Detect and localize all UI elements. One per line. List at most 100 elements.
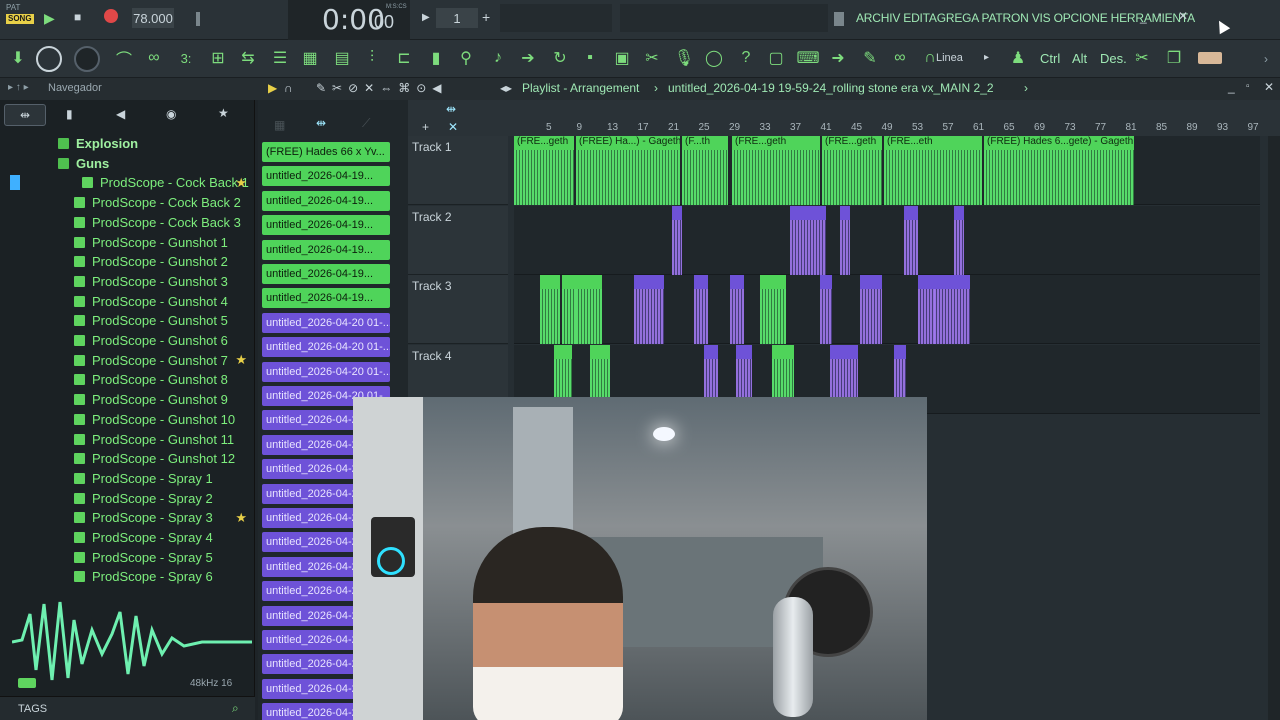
browser-item[interactable]: ProdScope - Spray 1 <box>0 469 255 488</box>
clip-item[interactable]: untitled_2026-04-19... <box>262 215 390 236</box>
des-button[interactable]: Des. <box>1100 51 1127 66</box>
browser-item[interactable]: ProdScope - Gunshot 11 <box>0 430 255 449</box>
audio-waveform[interactable] <box>694 289 708 344</box>
loop-icon[interactable]: ∞ <box>142 46 166 70</box>
project-arrow-icon[interactable]: › <box>1024 81 1028 95</box>
audio-clip-header[interactable] <box>830 344 858 359</box>
clip-item[interactable]: untitled_2026-04-20 01-... <box>262 312 390 333</box>
next-icon[interactable]: ➜ <box>826 46 850 70</box>
audio-clip-header[interactable] <box>590 344 610 359</box>
browser-folder[interactable]: Explosion <box>0 134 255 153</box>
browser-item[interactable]: ProdScope - Gunshot 5 <box>0 311 255 330</box>
favorite-star-icon[interactable]: ★ <box>235 510 247 526</box>
refresh-icon[interactable]: ↻ <box>548 46 572 70</box>
audio-clip-header[interactable] <box>894 344 906 359</box>
audio-waveform[interactable] <box>860 289 882 344</box>
pencil-icon[interactable]: ✎ <box>858 46 882 70</box>
browser-item[interactable]: ProdScope - Cock Back 1 ★ <box>0 173 255 192</box>
close-icon[interactable]: ✕ <box>1178 9 1188 23</box>
chat-icon[interactable]: ◯ <box>702 46 726 70</box>
audio-clip-header[interactable] <box>562 275 576 289</box>
track-lane[interactable] <box>514 205 1260 275</box>
audio-clip-header[interactable] <box>840 205 850 220</box>
clip-item[interactable]: untitled_2026-04-19... <box>262 190 390 211</box>
arrange-arrows-icon[interactable]: ◂▸ <box>500 81 512 95</box>
audio-clip-header[interactable] <box>860 275 882 289</box>
favorite-star-icon[interactable]: ★ <box>235 175 247 191</box>
browser-tab-plugin-icon[interactable]: ◉ <box>166 107 176 121</box>
copy-icon[interactable]: ❐ <box>1162 46 1186 70</box>
arrow-icon[interactable]: ➔ <box>516 46 540 70</box>
channel-rack-icon[interactable]: ▦ <box>298 46 322 70</box>
audio-waveform[interactable] <box>760 289 786 344</box>
mixer-icon[interactable]: ⫶ <box>360 46 384 70</box>
pattern-number[interactable]: 1 <box>436 8 478 28</box>
pat-song-toggle[interactable]: PAT SONG <box>6 4 34 32</box>
microphone-icon[interactable]: 🎙 <box>672 46 696 70</box>
audio-clip-header[interactable] <box>772 344 794 359</box>
browser-item[interactable]: ProdScope - Gunshot 2 <box>0 252 255 271</box>
ctrl-button[interactable]: Ctrl <box>1040 51 1060 66</box>
download-icon[interactable]: ⬇ <box>6 46 30 70</box>
picker-brush-icon[interactable]: ⟋ <box>362 116 370 131</box>
master-pitch-knob[interactable] <box>74 46 100 72</box>
clip-item[interactable]: untitled_2026-04-20 01-... <box>262 337 390 358</box>
audio-clip-header[interactable] <box>760 275 786 289</box>
playlist-icon[interactable]: ☰ <box>268 46 292 70</box>
browser-item[interactable]: ProdScope - Gunshot 12 <box>0 449 255 468</box>
arrange-icon[interactable]: ⇹ <box>446 102 456 116</box>
audio-waveform[interactable] <box>682 150 728 205</box>
browser-item[interactable]: ProdScope - Spray 3 ★ <box>0 508 255 527</box>
crossfade-icon[interactable]: ✕ <box>448 120 458 134</box>
browser-tab-all-icon[interactable]: ⇹ <box>4 104 46 126</box>
browser-item[interactable]: ProdScope - Gunshot 1 <box>0 233 255 252</box>
browser-item[interactable]: ProdScope - Spray 6 <box>0 567 255 586</box>
picker-move-icon[interactable]: ⇹ <box>316 116 326 130</box>
audio-clip-header[interactable] <box>694 275 708 289</box>
track-header[interactable]: Track 1 <box>408 136 508 205</box>
snap-label[interactable]: Linea <box>936 52 963 64</box>
file-icon[interactable]: ▮ <box>424 46 448 70</box>
clip-item[interactable]: untitled_2026-04-19... <box>262 166 390 187</box>
add-pattern-icon[interactable]: + <box>482 9 490 25</box>
stop-icon[interactable]: ■ <box>74 10 81 24</box>
playlist-close-icon[interactable]: ✕ <box>1264 80 1274 94</box>
audio-waveform[interactable] <box>576 150 680 205</box>
browser-tab-files-icon[interactable]: ▮ <box>66 107 73 121</box>
audio-clip-header[interactable]: (FRE...geth <box>822 136 882 150</box>
playlist-minimize-icon[interactable]: _ <box>1228 80 1235 94</box>
browser-folder[interactable]: Guns <box>0 154 255 173</box>
audio-waveform[interactable] <box>672 219 682 275</box>
piano-roll-icon[interactable]: ▤ <box>330 46 354 70</box>
browser-item[interactable]: ProdScope - Gunshot 7 ★ <box>0 351 255 370</box>
master-volume-knob[interactable] <box>36 46 62 72</box>
audio-clip-header[interactable] <box>634 275 664 289</box>
browser-item[interactable]: ProdScope - Gunshot 4 <box>0 292 255 311</box>
audio-waveform[interactable] <box>576 289 602 344</box>
browser-item[interactable]: ProdScope - Spray 4 <box>0 528 255 547</box>
audio-clip-header[interactable]: (FRE...eth <box>884 136 982 150</box>
clip-item[interactable]: (FREE) Hades 66 x Yv... <box>262 142 390 162</box>
browser-item[interactable]: ProdScope - Cock Back 3 <box>0 213 255 232</box>
window-icon[interactable]: ▢ <box>764 46 788 70</box>
cpu-icon[interactable]: ▣ <box>610 46 634 70</box>
play-icon[interactable]: ▶ <box>44 10 55 27</box>
metronome-icon[interactable]: ⌒ <box>112 46 136 70</box>
playlist-play-icon[interactable]: ▶ <box>268 81 277 95</box>
toolbar-scroll-icon[interactable]: › <box>1264 52 1268 66</box>
track-header[interactable]: Track 2 <box>408 205 508 275</box>
audio-waveform[interactable] <box>634 289 664 344</box>
audio-waveform[interactable] <box>820 289 832 344</box>
audio-clip-header[interactable] <box>954 205 964 220</box>
step-icon[interactable]: 3: <box>174 46 198 70</box>
track-header[interactable]: Track 3 <box>408 275 508 344</box>
snap-dropdown-icon[interactable]: ▸ <box>984 52 989 63</box>
audio-clip-header[interactable]: (FREE) Hades 6...gete) - Gageth <box>984 136 1134 150</box>
audio-clip-header[interactable] <box>576 275 602 289</box>
browser-tab-favorites-icon[interactable]: ★ <box>218 106 229 120</box>
playlist-restore-icon[interactable]: ▫ <box>1246 81 1250 92</box>
audio-waveform[interactable] <box>904 219 918 275</box>
audio-waveform[interactable] <box>732 150 820 205</box>
audio-clip-header[interactable]: (F...th <box>682 136 728 150</box>
audio-clip-header[interactable] <box>934 275 970 289</box>
